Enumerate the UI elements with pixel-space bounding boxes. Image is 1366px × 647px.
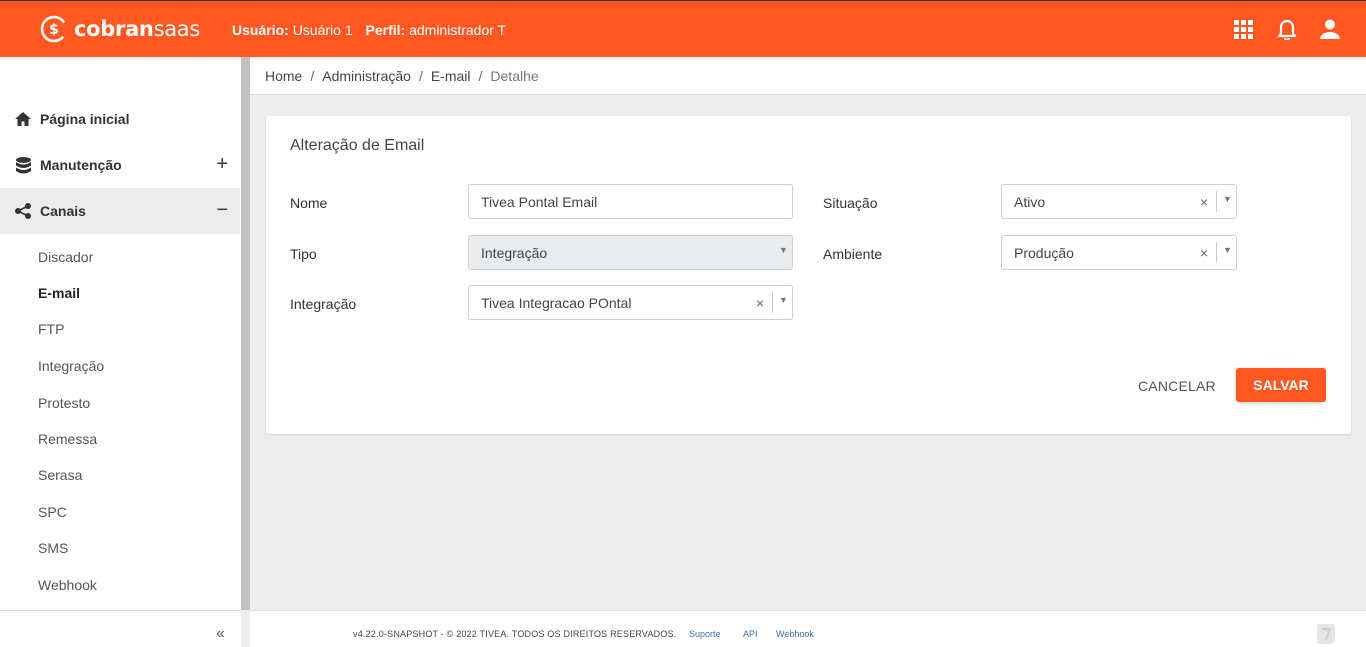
ambiente-value: Produção (1014, 244, 1074, 261)
user-info: Usuário: Usuário 1 Perfil: administrador… (232, 22, 515, 38)
sidebar-subitem-protesto[interactable]: Protesto (38, 395, 90, 411)
breadcrumb-home[interactable]: Home (265, 68, 302, 84)
chevron-down-icon[interactable]: ▼ (1223, 194, 1232, 204)
tipo-label: Tipo (290, 246, 317, 262)
footer-link-webhook[interactable]: Webhook (776, 629, 814, 639)
profile-value: administrador T (409, 22, 507, 38)
select-divider (1216, 242, 1217, 263)
sidebar-subitem-ftp[interactable]: FTP (38, 321, 64, 337)
svg-text:$: $ (49, 22, 59, 38)
apps-grid-icon[interactable] (1233, 18, 1254, 40)
ambiente-label: Ambiente (823, 246, 883, 262)
breadcrumb-email[interactable]: E-mail (431, 68, 471, 84)
footer-link-suporte[interactable]: Suporte (689, 629, 721, 639)
share-icon (14, 202, 32, 220)
sidebar-subitem-serasa[interactable]: Serasa (38, 467, 82, 483)
sidebar-item-label: Canais (40, 203, 86, 219)
clear-icon[interactable]: × (1200, 245, 1208, 261)
header-actions (1233, 18, 1340, 40)
situacao-value: Ativo (1014, 193, 1046, 210)
integracao-value: Tivea Integracao POntal (481, 294, 632, 311)
chevron-down-icon[interactable]: ▼ (1223, 245, 1232, 255)
user-label: Usuário: (232, 22, 289, 38)
expand-icon[interactable]: + (216, 154, 228, 174)
logo-text: cobransaas (74, 17, 201, 41)
top-header: $ cobransaas Usuário: Usuário 1 Perfil: … (0, 0, 1366, 57)
sidebar-item-pagina-inicial[interactable]: Página inicial (0, 96, 240, 142)
home-icon (14, 110, 32, 128)
email-form-card: Alteração de Email Nome Tipo Integração … (266, 116, 1351, 434)
sidebar-item-manutencao[interactable]: Manutenção + (0, 142, 240, 188)
cancel-button[interactable]: CANCELAR (1138, 378, 1216, 394)
sidebar-scrollbar[interactable] (241, 57, 250, 610)
integracao-label: Integração (290, 296, 357, 312)
ambiente-select[interactable]: Produção × ▼ (1001, 235, 1237, 270)
profile-label: Perfil: (365, 22, 406, 38)
select-divider (1216, 191, 1217, 212)
sidebar-subitem-spc[interactable]: SPC (38, 504, 67, 520)
tipo-select: Integração ▼ (468, 235, 793, 270)
breadcrumb-detalhe: Detalhe (490, 67, 539, 84)
breadcrumb-separator: / (310, 67, 315, 84)
collapse-sidebar-button[interactable]: « (216, 625, 225, 643)
breadcrumb-separator: / (418, 67, 423, 84)
select-divider (772, 292, 773, 313)
cobransaas-logo-icon: $ (40, 15, 68, 43)
footer-link-api[interactable]: API (743, 629, 758, 639)
sidebar-subitem-email[interactable]: E-mail (38, 285, 80, 301)
sidebar-item-label: Manutenção (40, 157, 122, 173)
sidebar-subitem-integracao[interactable]: Integração (38, 358, 104, 374)
sidebar-subitem-sms[interactable]: SMS (38, 540, 68, 556)
nome-label: Nome (290, 195, 328, 211)
user-value: Usuário 1 (292, 22, 353, 38)
bell-icon[interactable] (1276, 18, 1297, 40)
database-icon (14, 156, 32, 174)
copyright-text: v4.22.0-SNAPSHOT - © 2022 TIVEA. TODOS O… (353, 629, 677, 639)
page-title: Alteração de Email (290, 137, 425, 154)
sidebar-subitem-remessa[interactable]: Remessa (38, 431, 97, 447)
sidebar: Página inicial Manutenção + Canais − Dis… (0, 57, 241, 610)
clear-icon[interactable]: × (1200, 194, 1208, 210)
chevron-down-icon[interactable]: ▼ (779, 295, 788, 305)
sidebar-item-canais[interactable]: Canais − (0, 188, 240, 234)
user-icon[interactable] (1319, 18, 1340, 40)
breadcrumb-administracao[interactable]: Administração (322, 68, 411, 84)
tipo-value: Integração (481, 244, 548, 261)
clear-icon[interactable]: × (756, 295, 764, 311)
tivea-mark-icon (1316, 623, 1336, 645)
breadcrumb-separator: / (478, 67, 483, 84)
collapse-section-icon[interactable]: − (216, 200, 228, 220)
sidebar-subitem-webhook[interactable]: Webhook (38, 577, 97, 593)
situacao-select[interactable]: Ativo × ▼ (1001, 184, 1237, 219)
integracao-select[interactable]: Tivea Integracao POntal × ▼ (468, 285, 793, 320)
page-footer: v4.22.0-SNAPSHOT - © 2022 TIVEA. TODOS O… (250, 610, 1366, 647)
chevron-down-icon: ▼ (779, 245, 788, 255)
breadcrumb: Home / Administração / E-mail / Detalhe (250, 57, 1366, 95)
save-button[interactable]: SALVAR (1236, 368, 1326, 402)
situacao-label: Situação (823, 195, 878, 211)
sidebar-item-label: Página inicial (40, 111, 130, 127)
sidebar-subitem-discador[interactable]: Discador (38, 249, 93, 265)
logo[interactable]: $ cobransaas (40, 13, 200, 45)
sidebar-footer: « (0, 610, 241, 647)
nome-input[interactable] (481, 193, 761, 210)
nome-field[interactable] (468, 184, 793, 219)
